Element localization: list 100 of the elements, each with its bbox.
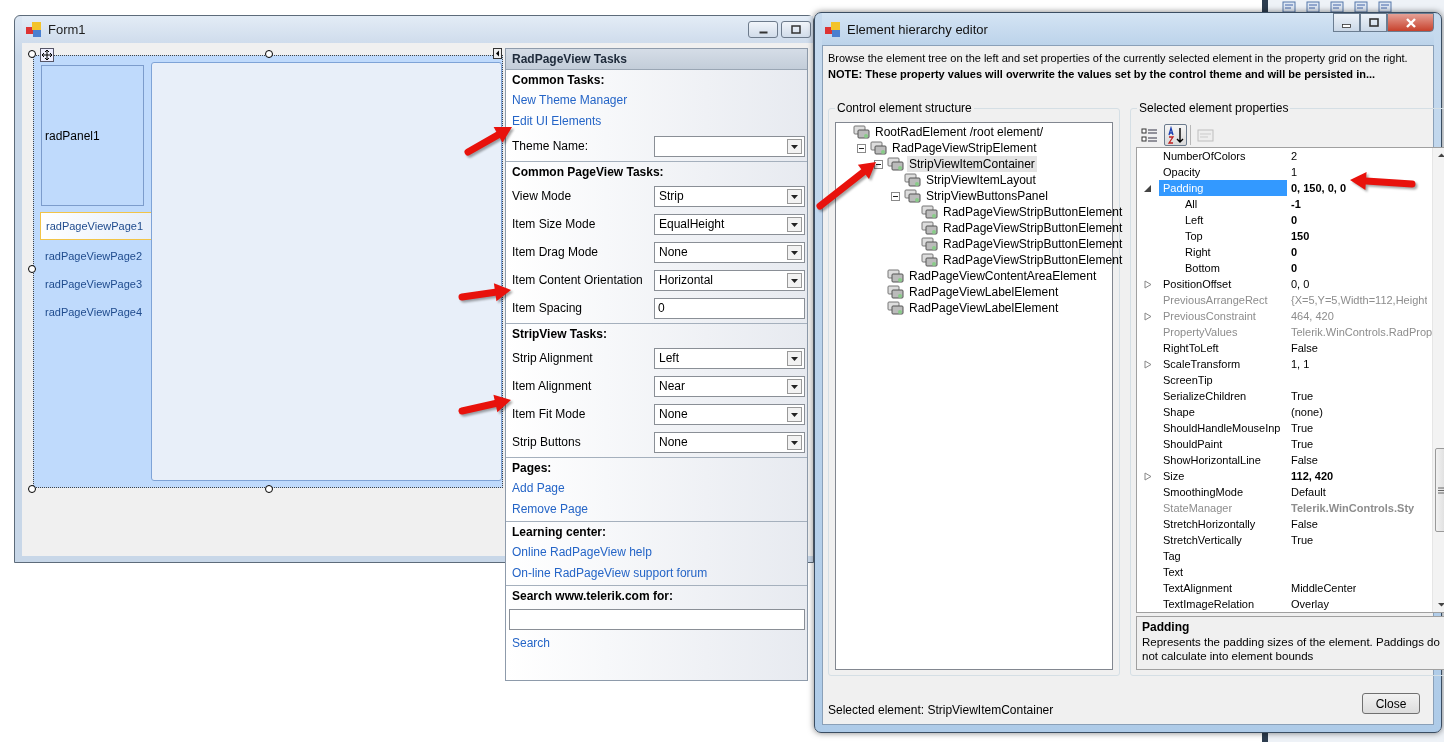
task-link[interactable]: Remove Page bbox=[512, 499, 589, 520]
property-name[interactable]: ScreenTip bbox=[1163, 374, 1213, 387]
dropdown[interactable]: Strip bbox=[654, 185, 805, 207]
property-name[interactable]: NumberOfColors bbox=[1163, 150, 1246, 163]
tree-item[interactable]: RadPageViewStripButtonElement bbox=[941, 220, 1125, 236]
resize-handle[interactable] bbox=[28, 265, 36, 273]
page-tab[interactable]: radPageViewPage1 bbox=[40, 212, 151, 240]
annotation-arrow bbox=[458, 283, 511, 302]
tree-item[interactable]: RadPageViewLabelElement bbox=[907, 284, 1061, 300]
sort-alphabetical-button[interactable] bbox=[1164, 123, 1187, 146]
maximize-button[interactable] bbox=[781, 21, 811, 38]
toolbar-icon[interactable] bbox=[1378, 1, 1392, 13]
property-name[interactable]: StretchHorizontally bbox=[1163, 518, 1256, 531]
task-link[interactable]: Search bbox=[512, 633, 551, 654]
resize-handle[interactable] bbox=[265, 50, 273, 58]
dropdown[interactable]: Near bbox=[654, 375, 805, 397]
property-value: True bbox=[1291, 437, 1314, 453]
toolbar-icon[interactable] bbox=[1354, 1, 1368, 13]
minimize-button[interactable] bbox=[748, 21, 778, 38]
text-field[interactable]: 0 bbox=[654, 297, 805, 319]
property-name[interactable]: Shape bbox=[1163, 406, 1195, 419]
tree-item[interactable]: RadPageViewStripElement bbox=[890, 140, 1039, 156]
property-value: True bbox=[1291, 533, 1314, 549]
resize-handle[interactable] bbox=[28, 485, 36, 493]
task-link[interactable]: On-line RadPageView support forum bbox=[512, 563, 708, 584]
task-link[interactable]: Online RadPageView help bbox=[512, 542, 652, 563]
task-link[interactable]: Edit UI Elements bbox=[512, 111, 602, 132]
toolbar-icon[interactable] bbox=[1282, 1, 1296, 13]
property-name[interactable]: Bottom bbox=[1185, 262, 1220, 275]
tree-item[interactable]: StripViewItemLayout bbox=[924, 172, 1038, 188]
property-value: 0 bbox=[1291, 213, 1298, 229]
field-label: Item Content Orientation bbox=[512, 273, 644, 287]
property-name[interactable]: Right bbox=[1185, 246, 1211, 259]
scrollbar-thumb[interactable] bbox=[1434, 448, 1444, 533]
property-name[interactable]: Top bbox=[1185, 230, 1203, 243]
close-button[interactable] bbox=[1387, 13, 1434, 32]
tree-item[interactable]: RadPageViewStripButtonElement bbox=[941, 204, 1125, 220]
tree-item[interactable]: StripViewItemContainer bbox=[907, 156, 1037, 172]
property-name[interactable]: Text bbox=[1163, 566, 1184, 579]
property-name[interactable]: TextImageRelation bbox=[1163, 598, 1255, 611]
tree-item[interactable]: RadPageViewStripButtonElement bbox=[941, 236, 1125, 252]
property-value: 0, 150, 0, 0 bbox=[1291, 181, 1347, 197]
tree-item[interactable]: RadPageViewLabelElement bbox=[907, 300, 1061, 316]
maximize-button[interactable] bbox=[1360, 13, 1387, 32]
annotation-arrow bbox=[816, 162, 876, 210]
property-name[interactable]: Left bbox=[1185, 214, 1204, 227]
element-icon bbox=[904, 173, 921, 187]
dropdown[interactable]: None bbox=[654, 241, 805, 263]
toolbar-icon[interactable] bbox=[1306, 1, 1320, 13]
property-name[interactable]: RightToLeft bbox=[1163, 342, 1219, 355]
property-name[interactable]: PositionOffset bbox=[1163, 278, 1232, 291]
page-tab[interactable]: radPageViewPage2 bbox=[40, 242, 151, 270]
task-link[interactable]: Add Page bbox=[512, 478, 565, 499]
property-value: -1 bbox=[1291, 197, 1301, 213]
property-name[interactable]: TextAlignment bbox=[1163, 582, 1233, 595]
element-icon bbox=[887, 269, 904, 283]
tree-item[interactable]: RootRadElement /root element/ bbox=[873, 124, 1046, 140]
property-value: False bbox=[1291, 341, 1318, 357]
tree-item[interactable]: StripViewButtonsPanel bbox=[924, 188, 1050, 204]
property-name[interactable]: Opacity bbox=[1163, 166, 1201, 179]
collapse-icon[interactable] bbox=[891, 191, 900, 201]
property-name[interactable]: StretchVertically bbox=[1163, 534, 1242, 547]
dropdown[interactable]: None bbox=[654, 403, 805, 425]
expand-icon[interactable] bbox=[1144, 359, 1152, 369]
close-button[interactable]: Close bbox=[1362, 693, 1420, 714]
page-tab[interactable]: radPageViewPage4 bbox=[40, 298, 151, 326]
property-name[interactable]: ShouldPaint bbox=[1163, 438, 1223, 451]
toolbar-icon[interactable] bbox=[1330, 1, 1344, 13]
page-tab[interactable]: radPageViewPage3 bbox=[40, 270, 151, 298]
property-value: 150 bbox=[1291, 229, 1310, 245]
property-name[interactable]: SmoothingMode bbox=[1163, 486, 1244, 499]
property-value: {X=5,Y=5,Width=112,Height bbox=[1291, 293, 1428, 309]
minimize-icon bbox=[758, 31, 768, 34]
expand-icon[interactable] bbox=[1144, 471, 1152, 481]
collapse-icon[interactable] bbox=[857, 143, 866, 153]
dropdown[interactable]: None bbox=[654, 431, 805, 453]
description-text: Represents the padding sizes of the element. Paddings do not calculate into element bounds bbox=[1142, 635, 1441, 664]
dropdown[interactable]: EqualHeight bbox=[654, 213, 805, 235]
property-name[interactable]: All bbox=[1185, 198, 1198, 211]
resize-handle[interactable] bbox=[28, 50, 36, 58]
property-value: 464, 420 bbox=[1291, 309, 1334, 325]
tree-item[interactable]: RadPageViewContentAreaElement bbox=[907, 268, 1099, 284]
resize-handle[interactable] bbox=[265, 485, 273, 493]
property-name[interactable]: Tag bbox=[1163, 550, 1181, 563]
move-icon[interactable] bbox=[40, 48, 54, 62]
property-name[interactable]: SerializeChildren bbox=[1163, 390, 1247, 403]
collapse-icon[interactable] bbox=[1144, 183, 1152, 193]
task-link[interactable]: New Theme Manager bbox=[512, 90, 628, 111]
property-name[interactable]: Size bbox=[1163, 470, 1185, 483]
field-label: Item Fit Mode bbox=[512, 407, 587, 421]
minimize-button[interactable] bbox=[1333, 13, 1360, 32]
property-name[interactable]: ScaleTransform bbox=[1163, 358, 1241, 371]
property-name[interactable]: ShouldHandleMouseInp bbox=[1163, 422, 1281, 435]
expand-icon[interactable] bbox=[1144, 279, 1152, 289]
tree-item[interactable]: RadPageViewStripButtonElement bbox=[941, 252, 1125, 268]
dropdown[interactable]: Left bbox=[654, 347, 805, 369]
dropdown[interactable]: Horizontal bbox=[654, 269, 805, 291]
property-name[interactable]: ShowHorizontalLine bbox=[1163, 454, 1261, 467]
smart-tag-icon[interactable] bbox=[493, 48, 502, 59]
search-field[interactable] bbox=[509, 609, 805, 630]
